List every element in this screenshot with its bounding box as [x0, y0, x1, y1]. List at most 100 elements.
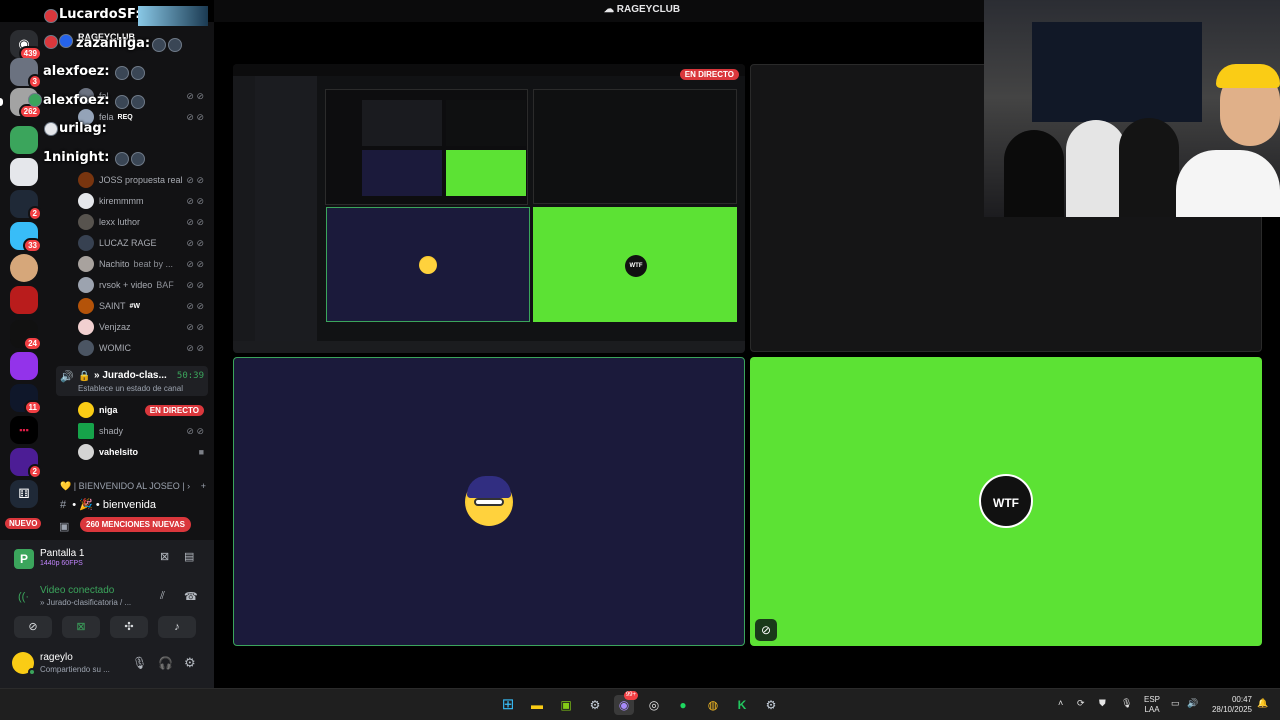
overlay-emotes: [115, 95, 159, 111]
screen-share-button[interactable]: ⊠: [62, 616, 100, 638]
add-channel-icon[interactable]: +: [201, 481, 206, 491]
member-item[interactable]: SAINT #W ⊘ ⊘: [78, 296, 208, 316]
steam-icon[interactable]: ⚙: [585, 695, 605, 715]
server-icon[interactable]: [10, 158, 38, 186]
emote-icon: [131, 66, 145, 80]
avatar: [78, 423, 94, 439]
server-icon[interactable]: [10, 286, 38, 314]
voice-user[interactable]: vahelsito ■: [78, 442, 208, 462]
stop-stream-icon[interactable]: ⊠: [160, 550, 169, 563]
camera-toggle-button[interactable]: ⊘: [14, 616, 52, 638]
obs-icon[interactable]: ◎: [644, 695, 664, 715]
member-item[interactable]: lexx luthor ⊘ ⊘: [78, 212, 208, 232]
window-titlebar: ☁ RAGEYCLUB: [214, 0, 984, 22]
steam-icon[interactable]: ⚙: [761, 695, 781, 715]
hash-icon: #: [60, 499, 67, 511]
notification-bell-icon[interactable]: 🔔: [1257, 698, 1268, 709]
voice-status[interactable]: Video conectado: [40, 585, 114, 596]
voice-channel-link[interactable]: » Jurado-clasificatoria / ...: [40, 598, 131, 607]
member-item[interactable]: Nachito beat by ... ⊘ ⊘: [78, 254, 208, 274]
chevron-up-icon[interactable]: ˄: [1058, 698, 1063, 708]
stream-tile-avatar[interactable]: [233, 357, 745, 646]
disconnect-icon[interactable]: ☎: [184, 590, 198, 603]
gear-icon[interactable]: ⚙: [184, 655, 196, 671]
channel-status-placeholder[interactable]: Establece un estado de canal: [78, 384, 183, 393]
wtf-logo: WTF: [625, 255, 647, 277]
voice-user[interactable]: shady ⊘ ⊘: [78, 421, 208, 441]
notification-badge: 99+: [623, 691, 638, 700]
emote-icon: [115, 95, 129, 109]
spotify-icon[interactable]: ●: [673, 695, 693, 715]
channel-item[interactable]: # • 🎉 • bienvenida: [60, 498, 210, 511]
soundboard-button[interactable]: ♪: [158, 616, 196, 638]
mic-muted-icon: ⊘ ⊘: [186, 342, 204, 353]
chrome-icon[interactable]: ◍: [703, 695, 723, 715]
hair: [467, 476, 511, 498]
stream-tile-green[interactable]: WTF ⊘: [750, 357, 1262, 646]
avatar: [78, 172, 94, 188]
stream-settings-icon[interactable]: ▤: [184, 550, 194, 563]
member-item[interactable]: WOMIC ⊘ ⊘: [78, 338, 208, 358]
noise-suppression-icon[interactable]: ⫽: [160, 590, 165, 603]
server-icon[interactable]: 3: [10, 58, 42, 89]
member-item[interactable]: LUCAZ RAGE ⊘ ⊘: [78, 233, 208, 253]
avatar: [78, 444, 94, 460]
mute-stream-icon[interactable]: ⊘: [755, 619, 777, 641]
microphone-icon[interactable]: 🎙: [132, 656, 147, 670]
volume-icon[interactable]: 🔊: [1187, 698, 1198, 709]
network-icon[interactable]: ▭: [1171, 698, 1180, 709]
emote-icon: [131, 95, 145, 109]
member-item[interactable]: JOSS propuesta real ⊘ ⊘: [78, 170, 208, 190]
member-name: Nachito: [99, 259, 130, 269]
server-icon[interactable]: ▪▪▪: [10, 416, 38, 444]
member-name: WOMIC: [99, 343, 131, 353]
sync-icon[interactable]: ⟳: [1077, 698, 1085, 709]
server-icon[interactable]: 24: [10, 320, 42, 351]
server-icon[interactable]: 33: [10, 222, 42, 253]
voice-channel-item[interactable]: 🔊 🔒 » Jurado-clas... 50:39 Establece un …: [56, 366, 208, 396]
headphones-icon[interactable]: 🎧: [158, 656, 173, 670]
nested-tile: [326, 207, 530, 322]
member-name: Venjzaz: [99, 322, 131, 332]
language-indicator[interactable]: ESP LAA: [1144, 695, 1160, 715]
overlay-avatar: [44, 122, 58, 136]
member-name: rvsok + video: [99, 280, 153, 290]
server-icon[interactable]: [10, 126, 38, 154]
notification-badge: 2: [27, 464, 42, 479]
member-tag: #W: [129, 302, 141, 310]
server-icon[interactable]: [10, 254, 38, 282]
member-item[interactable]: kiremmmm ⊘ ⊘: [78, 191, 208, 211]
member-name: lexx luthor: [99, 217, 141, 227]
dice-icon[interactable]: ⚅: [10, 480, 38, 508]
wtf-logo: WTF: [979, 474, 1033, 528]
category-header[interactable]: 💛 | BIENVENIDO AL JOSEO | › +: [60, 481, 210, 492]
mentions-banner[interactable]: 260 MENCIONES NUEVAS: [80, 517, 191, 532]
server-icon[interactable]: 11: [10, 384, 42, 415]
activities-button[interactable]: ✣: [110, 616, 148, 638]
stream-tile-screen[interactable]: WTF EN DIRECTO: [233, 64, 745, 353]
server-icon[interactable]: 2: [10, 190, 42, 221]
home-button[interactable]: ◉ 439: [10, 30, 42, 61]
server-icon[interactable]: 2: [10, 448, 42, 479]
member-item[interactable]: rvsok + video BAF ⊘ ⊘: [78, 275, 208, 295]
app-icon[interactable]: ▣: [556, 695, 576, 715]
file-explorer-icon[interactable]: ▬: [527, 695, 547, 715]
voice-user[interactable]: niga EN DIRECTO: [78, 400, 208, 420]
clock[interactable]: 00:47 28/10/2025: [1208, 695, 1252, 715]
emote-icon: [115, 66, 129, 80]
channel-settings-icon[interactable]: ▣: [59, 520, 69, 533]
avatar: [78, 340, 94, 356]
user-name[interactable]: rageylo: [40, 652, 73, 663]
server-icon[interactable]: [10, 352, 38, 380]
windows-start-icon[interactable]: ⊞: [498, 695, 518, 715]
discord-icon[interactable]: ◉ 99+: [614, 691, 638, 715]
overlay-emotes: [115, 152, 159, 168]
member-item[interactable]: Venjzaz ⊘ ⊘: [78, 317, 208, 337]
connection-icon[interactable]: ((·: [18, 591, 29, 603]
microphone-icon[interactable]: 🎙: [1121, 698, 1132, 709]
kick-icon[interactable]: K: [732, 695, 752, 715]
user-status: Compartiendo su ...: [40, 665, 110, 674]
security-icon[interactable]: ⛊: [1099, 698, 1106, 709]
user-panel: P Pantalla 1 1440p 60FPS ⊠ ▤ ((· Video c…: [0, 540, 214, 688]
date: 28/10/2025: [1211, 705, 1252, 714]
